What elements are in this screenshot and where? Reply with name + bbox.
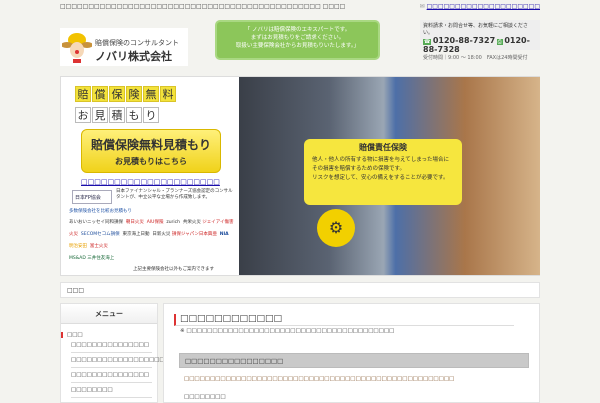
cta-main-label: 賠償保険無料見積もり — [90, 138, 211, 152]
mail-link-area: ✉ □□□□□□□□□□□□□□□□□□□□ — [420, 3, 540, 10]
insurer-logo: MS&AD 三井住友海上 — [69, 256, 115, 261]
main-content: □□□□□□□□□□□□ ※ □□□□□□□□□□□□□□□□□□□□□□□□□… — [163, 303, 540, 403]
breadcrumb[interactable]: □□□ — [60, 282, 540, 298]
fax-icon: ⎙ — [496, 39, 503, 45]
hero-photo-collage: 賠償責任保険 他人・他人の所有する物に損害を与えてしまった場合に その損害を賠償… — [239, 77, 540, 275]
insurer-logo: 東京海上日動 — [122, 232, 150, 237]
sidebar-menu: メニュー □□□ □□□□□□□□□□□□□□□ □□□□□□□□□□□□□□□… — [60, 303, 170, 403]
hero-link[interactable]: □□□□□□□□□□□□□□□□□□□□□ — [81, 178, 220, 186]
liability-line: リスクを想定して、安心の備えをすることが必要です。 — [312, 175, 449, 181]
insurer-logo: NIA — [219, 232, 229, 237]
sidebar-item[interactable]: □□□□□□□□□□□□□□□ — [71, 368, 152, 383]
mail-icon: ✉ — [419, 3, 427, 10]
headline-char: も — [126, 107, 142, 123]
headline-row1: 賠償保険無料 — [75, 86, 177, 102]
page-title: □□□□□□□□□□□□ — [174, 314, 514, 326]
insurer-logo: zurich — [166, 220, 180, 225]
headline-char: 積 — [109, 107, 125, 123]
headline-char: 料 — [160, 86, 176, 102]
banner-line: 取扱い主要保険会社からお見積もりいたします。」 — [235, 43, 360, 49]
contact-link[interactable]: □□□□□□□□□□□□□□□□□□□□ — [427, 3, 540, 10]
content-text: □□□□□□□□ — [184, 394, 226, 400]
insurer-logo: 富士火災 — [89, 244, 108, 249]
section-heading: □□□□□□□□□□□□□□□□ — [179, 353, 529, 368]
liability-line: 他人・他人の所有する物に損害を与えてしまった場合に — [312, 157, 450, 163]
headline-char: お — [75, 107, 91, 123]
logo-subtitle: 賠償保険のコンサルタント — [95, 39, 179, 47]
headline-char: 見 — [92, 107, 108, 123]
mascot-icon — [62, 33, 92, 63]
headline-char: 険 — [126, 86, 142, 102]
headline-row2: お見積もり — [75, 107, 160, 123]
liability-info-box: 賠償責任保険 他人・他人の所有する物に損害を与えてしまった場合に その損害を賠償… — [304, 139, 462, 205]
headline-char: 賠 — [75, 86, 91, 102]
insurer-logo: 朝日火災 — [125, 220, 144, 225]
banner-line: まずはお見積もりをご請求ください。 — [250, 35, 345, 41]
insurer-logo: あいおいニッセイ同和損保 — [69, 220, 123, 225]
hero-left-panel: 賠償保険無料 お見積もり 賠償保険無料見積もり お見積もりはこちら □□□□□□… — [61, 77, 239, 275]
menu-title: メニュー — [61, 304, 157, 324]
liability-title: 賠償責任保険 — [359, 143, 407, 152]
site-tagline: □□□□□□□□□□□□□□□□□□□□□□□□□□□□□□□□□□□□□□□□… — [60, 3, 346, 10]
contact-note: 資料請求・お問合せ等、お気軽にご相談ください。 — [423, 23, 528, 36]
banner-line: 「 ノバリは賠償保険のエキスパートです。 — [244, 27, 351, 33]
others-note: 上記主要保険会社以外もご案内できます — [133, 267, 214, 272]
cta-sub-label: お見積もりはこちら — [115, 157, 187, 166]
sidebar-item[interactable]: □□□□□□□□ — [71, 383, 152, 398]
headline-char: 無 — [143, 86, 159, 102]
insurer-logo: 共栄火災 — [182, 220, 201, 225]
hero: 賠償保険無料 お見積もり 賠償保険無料見積もり お見積もりはこちら □□□□□□… — [60, 76, 540, 276]
insurer-logo: 損保ジャパン日本興亜 — [171, 232, 217, 237]
headline-char: 償 — [92, 86, 108, 102]
page-note: ※ □□□□□□□□□□□□□□□□□□□□□□□□□□□□□□□□□□□□□□… — [180, 328, 395, 334]
fp-badge: 日本FP協会 — [72, 190, 112, 204]
insurer-logo: 日新火災 — [152, 232, 171, 237]
insurer-logos: あいおいニッセイ同和損保 朝日火災 AIU保険 zurich 共栄火災 ジェイア… — [69, 217, 234, 265]
insurer-logo: AIU保険 — [146, 220, 164, 225]
sidebar-item[interactable]: □□□□□□□□□□□□□□□ — [71, 338, 152, 353]
free-quote-button[interactable]: 賠償保険無料見積もり お見積もりはこちら — [81, 129, 221, 173]
company-name: ノバリ株式会社 — [95, 50, 172, 63]
expert-banner: 「 ノバリは賠償保険のエキスパートです。 まずはお見積もりをご請求ください。 取… — [215, 20, 380, 60]
contact-box: 資料請求・お問合せ等、お気軽にご相談ください。 ☎ 0120-88-7327 ⎙… — [420, 20, 540, 61]
insurer-logo: 明治安田 — [69, 244, 87, 249]
contact-hours: 受付時間｜9:00 〜 18:00 FAXは24時間受付 — [423, 55, 528, 61]
headline-char: り — [143, 107, 159, 123]
insurer-logo: SECOMセコム損保 — [80, 232, 120, 237]
sidebar-item[interactable]: □□□□□□□□□□□□□□□□□□□ — [71, 353, 170, 368]
tel-number[interactable]: 0120-88-7327 — [433, 36, 495, 45]
headline-char: 保 — [109, 86, 125, 102]
fp-text: 日本ファイナンシャル・プランナーズ協会認定のコンサルタントが、中立公平な立場から… — [116, 189, 233, 200]
content-link[interactable]: □□□□□□□□□□□□□□□□□□□□□□□□□□□□□□□□□□□□□□□□… — [184, 376, 454, 382]
liability-line: その損害を賠償するための保険です。 — [312, 166, 405, 172]
gears-icon: ⚙ — [317, 209, 355, 247]
compare-heading: 多数保険会社を比較お見積もり — [69, 209, 132, 214]
site-logo[interactable]: 賠償保険のコンサルタント ノバリ株式会社 — [60, 28, 188, 66]
